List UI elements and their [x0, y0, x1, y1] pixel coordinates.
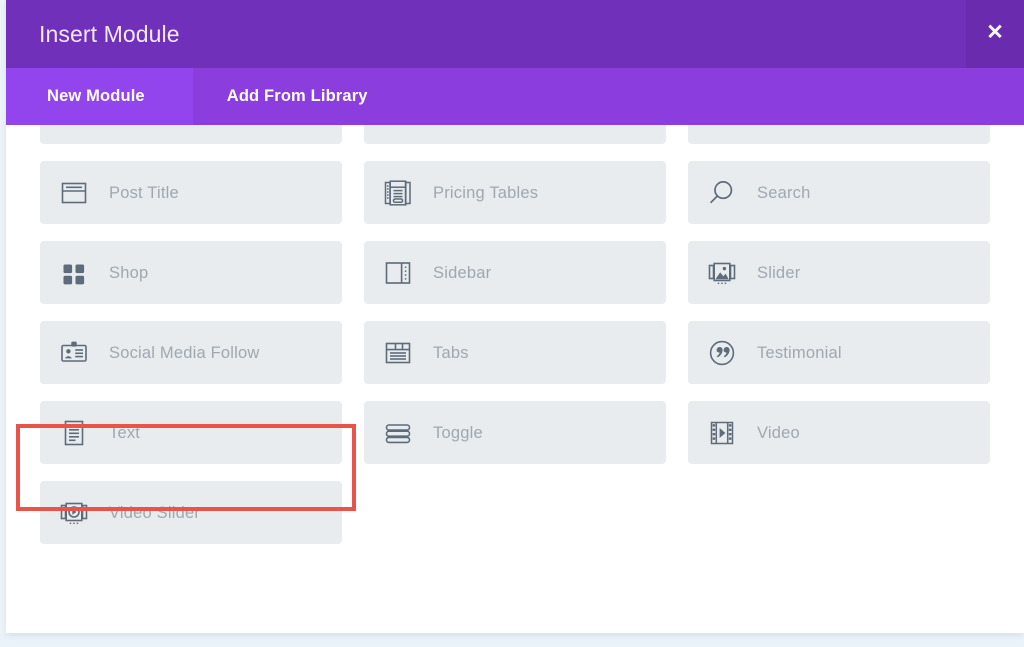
module-item-tabs[interactable]: Tabs [364, 321, 666, 384]
tab-new-module-label: New Module [47, 87, 145, 105]
module-cell: Post Slider [688, 125, 990, 161]
module-list-body[interactable]: Portfolio Post [6, 125, 1024, 633]
social-media-badge-icon [57, 336, 91, 370]
module-cell: Post Navigation [364, 125, 666, 161]
module-label: Testimonial [757, 343, 842, 362]
post-title-icon [57, 176, 91, 210]
module-cell: Search [688, 161, 990, 241]
tab-add-from-library[interactable]: Add From Library [193, 68, 402, 125]
screen-root: Insert Module ✕ New Module Add From Libr… [0, 0, 1024, 647]
module-cell: Text [40, 401, 342, 481]
slider-image-icon [705, 256, 739, 290]
module-item-testimonial[interactable]: Testimonial [688, 321, 990, 384]
close-icon: ✕ [986, 21, 1004, 44]
text-document-icon [57, 416, 91, 450]
page-background-strip [0, 633, 1024, 647]
module-item-video-slider[interactable]: Video Slider [40, 481, 342, 544]
module-cell: Testimonial [688, 321, 990, 401]
module-cell: Social Media Follow [40, 321, 342, 401]
shop-squares-icon [57, 256, 91, 290]
module-cell: Post Title [40, 161, 342, 241]
module-label: Slider [757, 263, 801, 282]
modal-tabbar: New Module Add From Library [6, 68, 1024, 125]
post-navigation-icon [381, 125, 415, 130]
module-label: Pricing Tables [433, 183, 539, 202]
video-filmstrip-icon [705, 416, 739, 450]
toggle-bars-icon [381, 416, 415, 450]
module-label: Sidebar [433, 263, 492, 282]
modal-header: Insert Module ✕ [6, 0, 1024, 68]
module-item-post-slider[interactable]: Post Slider [688, 125, 990, 144]
module-item-toggle[interactable]: Toggle [364, 401, 666, 464]
module-cell: Tabs [364, 321, 666, 401]
testimonial-quote-icon [705, 336, 739, 370]
module-cell: Toggle [364, 401, 666, 481]
module-grid: Portfolio Post [6, 125, 1024, 561]
module-item-post-navigation[interactable]: Post Navigation [364, 125, 666, 144]
sidebar-icon [381, 256, 415, 290]
module-item-sidebar[interactable]: Sidebar [364, 241, 666, 304]
module-item-search[interactable]: Search [688, 161, 990, 224]
module-cell: Video Slider [40, 481, 342, 561]
video-slider-icon [57, 496, 91, 530]
module-label: Video [757, 423, 800, 442]
tab-new-module[interactable]: New Module [6, 68, 193, 125]
module-item-portfolio[interactable]: Portfolio [40, 125, 342, 144]
post-slider-icon [705, 125, 739, 130]
module-item-text[interactable]: Text [40, 401, 342, 464]
module-label: Post Title [109, 183, 179, 202]
module-cell: Pricing Tables [364, 161, 666, 241]
tabs-icon [381, 336, 415, 370]
module-cell: Shop [40, 241, 342, 321]
module-cell: Video [688, 401, 990, 481]
module-label: Toggle [433, 423, 483, 442]
module-item-post-title[interactable]: Post Title [40, 161, 342, 224]
module-item-slider[interactable]: Slider [688, 241, 990, 304]
module-cell: Slider [688, 241, 990, 321]
module-item-video[interactable]: Video [688, 401, 990, 464]
module-item-pricing-tables[interactable]: Pricing Tables [364, 161, 666, 224]
tab-add-from-library-label: Add From Library [226, 87, 368, 105]
close-button[interactable]: ✕ [966, 0, 1024, 68]
module-label: Text [109, 423, 141, 442]
module-cell: Sidebar [364, 241, 666, 321]
module-label: Tabs [433, 343, 469, 362]
module-label: Video Slider [109, 503, 201, 522]
portfolio-grid-icon [57, 125, 91, 130]
module-item-shop[interactable]: Shop [40, 241, 342, 304]
search-magnifier-icon [705, 176, 739, 210]
insert-module-modal: Insert Module ✕ New Module Add From Libr… [6, 0, 1024, 633]
module-label: Search [757, 183, 811, 202]
module-label: Shop [109, 263, 149, 282]
modal-title: Insert Module [39, 21, 180, 47]
pricing-tables-icon [381, 176, 415, 210]
module-label: Social Media Follow [109, 343, 260, 362]
module-item-social-media-follow[interactable]: Social Media Follow [40, 321, 342, 384]
module-cell: Portfolio [40, 125, 342, 161]
